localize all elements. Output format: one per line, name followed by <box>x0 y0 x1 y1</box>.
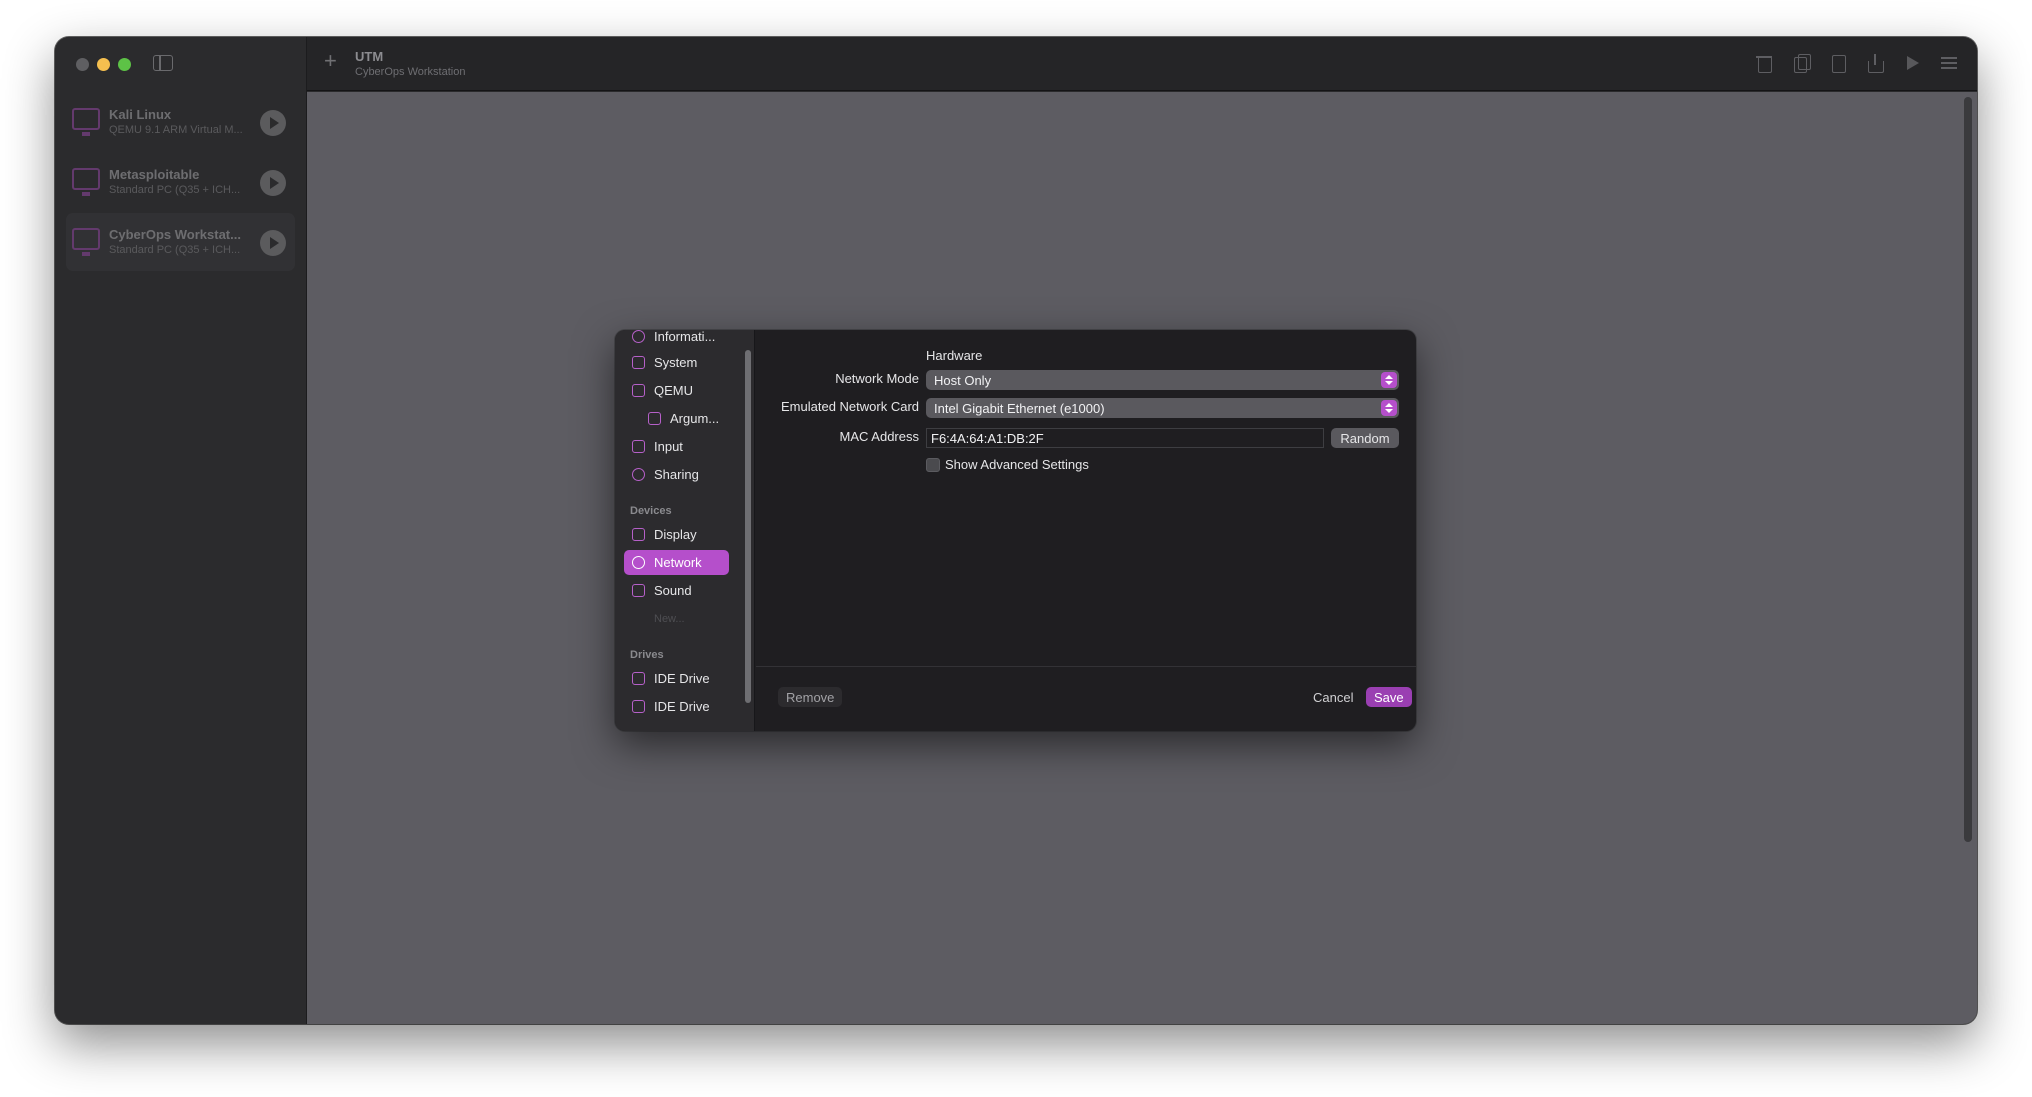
nav-item-label: Argum... <box>670 411 720 426</box>
drive-icon <box>632 672 645 685</box>
vm-subtitle: Standard PC (Q35 + ICH... <box>109 244 241 256</box>
nav-item-information[interactable]: Informati... <box>624 330 729 349</box>
network-mode-label: Network Mode <box>835 371 919 386</box>
section-heading: Hardware <box>926 348 983 363</box>
main-scrollbar[interactable] <box>1964 97 1972 842</box>
window-title: UTM <box>355 49 384 64</box>
zoom-window-button[interactable] <box>118 58 131 71</box>
play-vm-button[interactable] <box>260 230 286 256</box>
nav-item-label: System <box>654 355 698 370</box>
vm-subtitle: Standard PC (Q35 + ICH... <box>109 184 241 196</box>
arguments-icon <box>648 412 661 425</box>
play-vm-button[interactable] <box>260 110 286 136</box>
nav-item-qemu[interactable]: QEMU <box>624 378 729 403</box>
nav-item-ide-drive-1[interactable]: IDE Drive <box>624 666 729 691</box>
nav-item-display[interactable]: Display <box>624 522 729 547</box>
nav-item-new-device[interactable]: New... <box>624 606 729 631</box>
settings-nav-scrollbar[interactable] <box>745 350 751 703</box>
person-icon <box>632 468 645 481</box>
cpu-icon <box>632 356 645 369</box>
monitor-icon <box>72 168 100 196</box>
cube-icon <box>632 384 645 397</box>
network-card-select[interactable]: Intel Gigabit Ethernet (e1000) <box>926 398 1399 418</box>
advanced-settings-label: Show Advanced Settings <box>945 457 1089 472</box>
vm-name: CyberOps Workstat... <box>109 227 241 242</box>
vm-sidebar: Kali Linux QEMU 9.1 ARM Virtual M... Met… <box>55 37 307 1024</box>
monitor-icon <box>72 228 100 256</box>
speaker-icon <box>632 584 645 597</box>
nav-item-label: Network <box>654 555 702 570</box>
toolbar-actions <box>1754 53 1959 73</box>
nav-item-label: Display <box>654 527 697 542</box>
window-controls <box>76 58 131 71</box>
nav-item-sharing[interactable]: Sharing <box>624 462 729 487</box>
display-icon <box>632 528 645 541</box>
nav-item-arguments[interactable]: Argum... <box>624 406 729 431</box>
share-icon[interactable] <box>1865 53 1885 73</box>
nav-item-label: Input <box>654 439 683 454</box>
nav-item-label: New... <box>654 613 685 625</box>
nav-section-devices: Devices <box>630 505 672 517</box>
nav-item-sound[interactable]: Sound <box>624 578 729 603</box>
toolbar: + UTM CyberOps Workstation <box>307 37 1977 91</box>
nav-section-drives: Drives <box>630 649 664 661</box>
nav-item-label: IDE Drive <box>654 699 710 714</box>
settings-nav: Informati... System QEMU Argum... Input … <box>615 330 755 731</box>
play-vm-button[interactable] <box>260 170 286 196</box>
nav-item-label: Sound <box>654 583 692 598</box>
nav-item-label: QEMU <box>654 383 693 398</box>
nav-item-label: IDE Drive <box>654 671 710 686</box>
drive-icon <box>632 700 645 713</box>
nav-item-system[interactable]: System <box>624 350 729 375</box>
info-icon <box>632 330 645 343</box>
vm-item-kali[interactable]: Kali Linux QEMU 9.1 ARM Virtual M... <box>66 93 295 151</box>
save-button[interactable]: Save <box>1366 687 1412 707</box>
chevron-updown-icon <box>1381 372 1397 388</box>
trash-icon[interactable] <box>1754 53 1774 73</box>
chevron-updown-icon <box>1381 400 1397 416</box>
clone-icon[interactable] <box>1791 53 1811 73</box>
mac-address-input[interactable] <box>926 428 1324 448</box>
monitor-icon <box>72 108 100 136</box>
close-window-button[interactable] <box>76 58 89 71</box>
nav-item-ide-drive-2[interactable]: IDE Drive <box>624 694 729 719</box>
network-mode-select[interactable]: Host Only <box>926 370 1399 390</box>
vm-item-cyberops[interactable]: CyberOps Workstat... Standard PC (Q35 + … <box>66 213 295 271</box>
sidebar-toggle-icon[interactable] <box>153 55 173 71</box>
minimize-window-button[interactable] <box>97 58 110 71</box>
window-subtitle: CyberOps Workstation <box>355 66 466 78</box>
random-mac-button[interactable]: Random <box>1331 428 1399 448</box>
nav-item-label: Informati... <box>654 330 716 344</box>
nav-item-input[interactable]: Input <box>624 434 729 459</box>
cancel-button[interactable]: Cancel <box>1305 687 1361 707</box>
advanced-settings-checkbox[interactable] <box>926 458 940 472</box>
vm-name: Kali Linux <box>109 107 172 122</box>
network-mode-value: Host Only <box>934 373 992 388</box>
network-card-label: Emulated Network Card <box>781 399 919 414</box>
vm-settings-dialog: Informati... System QEMU Argum... Input … <box>615 330 1416 731</box>
nav-item-label: Sharing <box>654 467 699 482</box>
globe-icon <box>632 556 645 569</box>
keyboard-icon <box>632 440 645 453</box>
nav-item-network[interactable]: Network <box>624 550 729 575</box>
vm-list: Kali Linux QEMU 9.1 ARM Virtual M... Met… <box>66 93 295 273</box>
vm-subtitle: QEMU 9.1 ARM Virtual M... <box>109 124 243 136</box>
network-settings-pane: Hardware Network Mode Host Only Emulated… <box>756 330 1416 731</box>
remove-button[interactable]: Remove <box>778 687 843 707</box>
document-icon[interactable] <box>1828 53 1848 73</box>
settings-icon[interactable] <box>1939 53 1959 73</box>
utm-window: Kali Linux QEMU 9.1 ARM Virtual M... Met… <box>55 37 1977 1024</box>
vm-item-metasploitable[interactable]: Metasploitable Standard PC (Q35 + ICH... <box>66 153 295 211</box>
footer-divider <box>756 666 1416 667</box>
mac-address-label: MAC Address <box>839 429 919 444</box>
play-icon[interactable] <box>1902 53 1922 73</box>
network-card-value: Intel Gigabit Ethernet (e1000) <box>934 401 1105 416</box>
vm-name: Metasploitable <box>109 167 200 182</box>
add-vm-button[interactable]: + <box>324 48 337 74</box>
